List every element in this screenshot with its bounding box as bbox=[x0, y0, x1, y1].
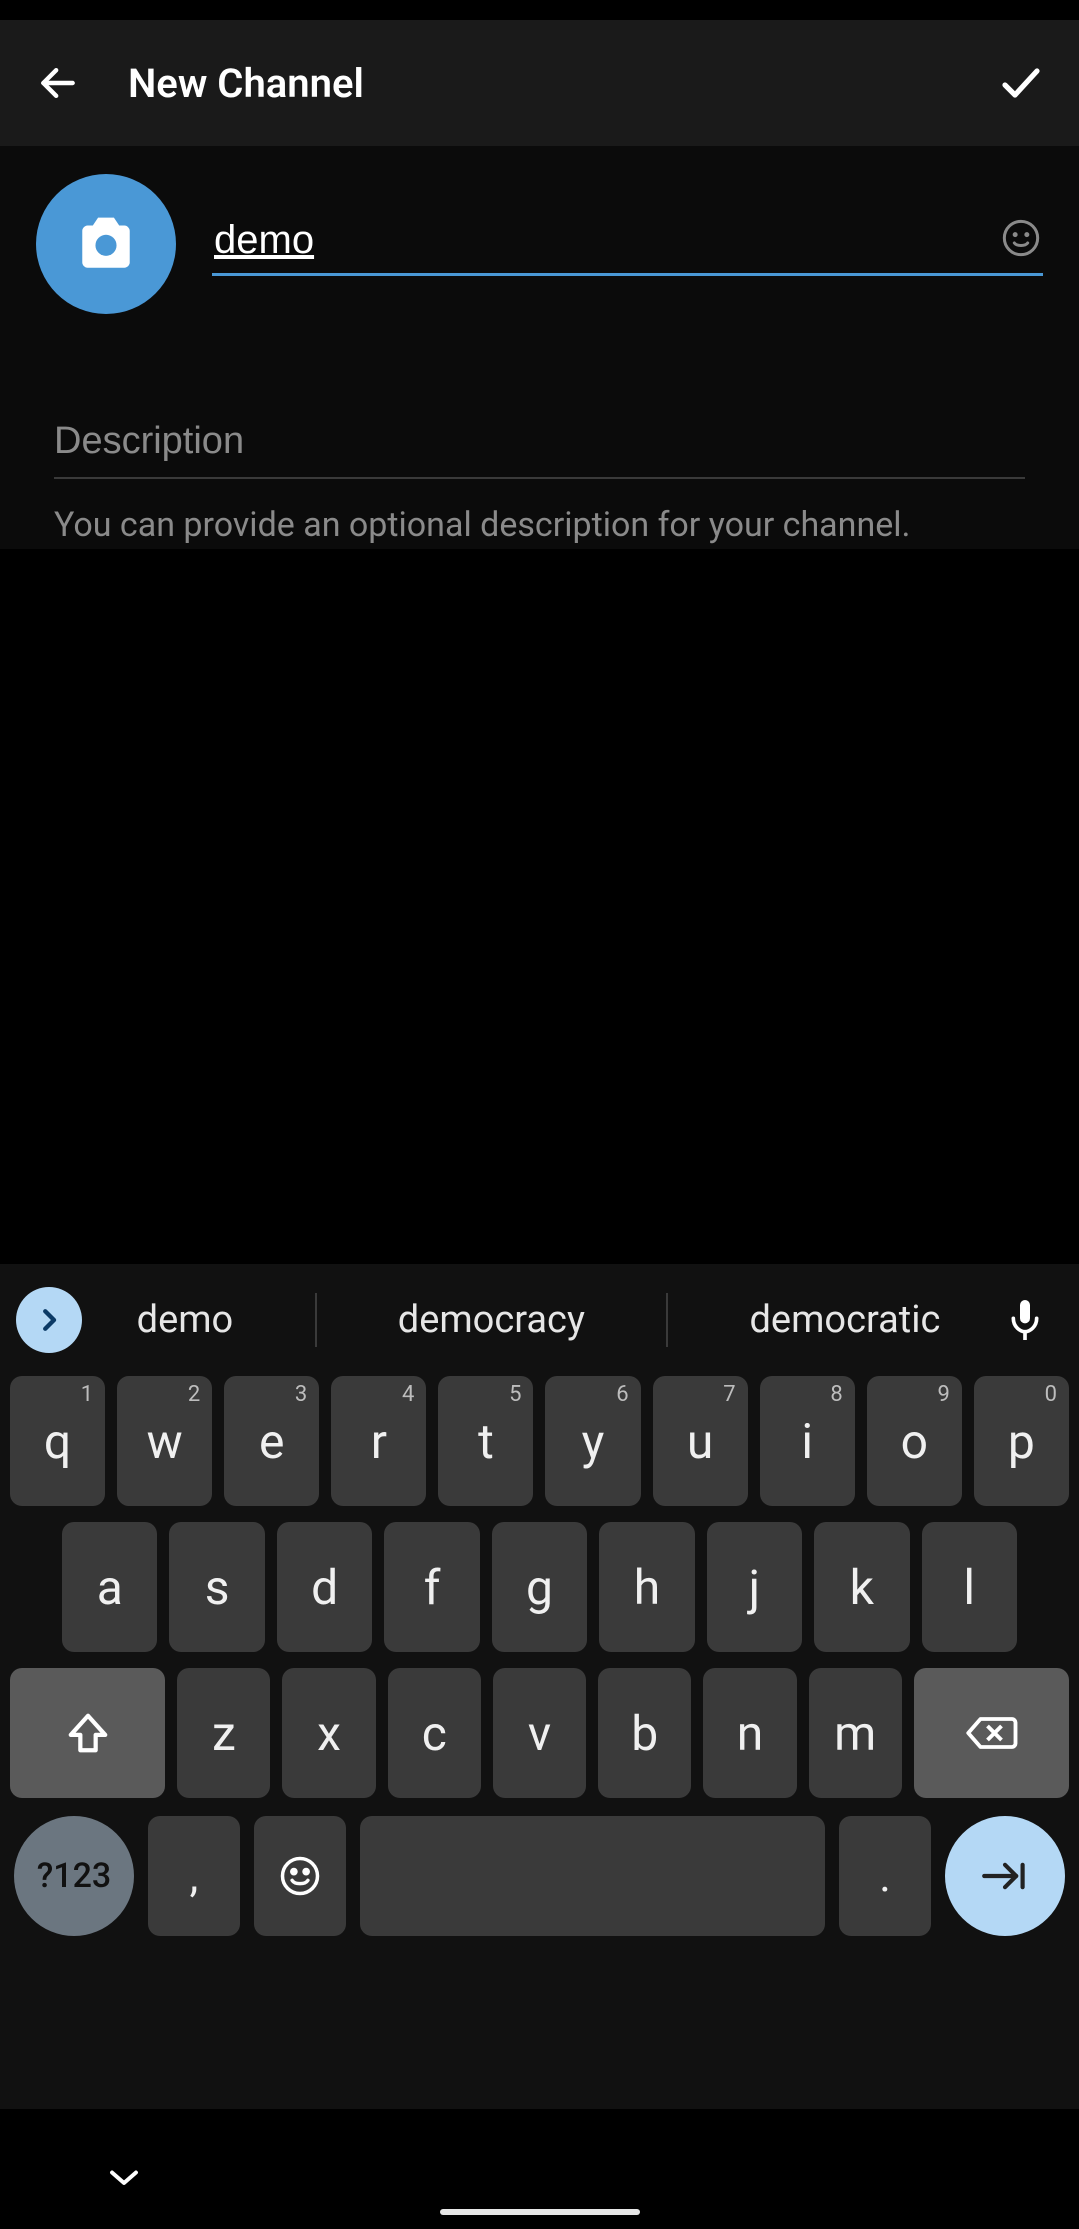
suggestion-2[interactable]: democracy bbox=[370, 1298, 613, 1342]
home-indicator[interactable] bbox=[440, 2209, 640, 2215]
key-t[interactable]: t5 bbox=[438, 1376, 533, 1506]
hide-keyboard-button[interactable] bbox=[106, 2165, 142, 2189]
key-i[interactable]: i8 bbox=[760, 1376, 855, 1506]
page-title: New Channel bbox=[128, 60, 991, 107]
key-hint: 6 bbox=[616, 1382, 628, 1407]
key-n[interactable]: n bbox=[703, 1668, 796, 1798]
symbols-key[interactable]: ?123 bbox=[14, 1816, 134, 1936]
key-r[interactable]: r4 bbox=[331, 1376, 426, 1506]
smile-icon bbox=[279, 1855, 321, 1897]
key-d[interactable]: d bbox=[277, 1522, 372, 1652]
key-hint: 2 bbox=[188, 1382, 200, 1407]
suggestion-1[interactable]: demo bbox=[109, 1298, 262, 1342]
next-key[interactable] bbox=[945, 1816, 1065, 1936]
emoji-key[interactable] bbox=[254, 1816, 346, 1936]
key-hint: 8 bbox=[830, 1382, 842, 1407]
key-hint: 4 bbox=[402, 1382, 414, 1407]
key-x[interactable]: x bbox=[282, 1668, 375, 1798]
tab-next-icon bbox=[981, 1860, 1029, 1892]
key-z[interactable]: z bbox=[177, 1668, 270, 1798]
key-hint: 0 bbox=[1045, 1382, 1057, 1407]
description-block: You can provide an optional description … bbox=[36, 416, 1043, 549]
comma-key[interactable]: , bbox=[148, 1816, 240, 1936]
status-bar bbox=[0, 0, 1079, 20]
key-q[interactable]: q1 bbox=[10, 1376, 105, 1506]
suggestion-3[interactable]: democratic bbox=[722, 1298, 969, 1342]
key-hint: 7 bbox=[723, 1382, 735, 1407]
keyboard-row-4: ?123 , . bbox=[0, 1806, 1079, 1946]
key-g[interactable]: g bbox=[492, 1522, 587, 1652]
key-e[interactable]: e3 bbox=[224, 1376, 319, 1506]
key-v[interactable]: v bbox=[493, 1668, 586, 1798]
app-bar: New Channel bbox=[0, 20, 1079, 146]
key-o[interactable]: o9 bbox=[867, 1376, 962, 1506]
back-button[interactable] bbox=[28, 53, 88, 113]
mic-icon bbox=[1005, 1296, 1045, 1344]
description-input[interactable] bbox=[54, 416, 1025, 479]
channel-name-field-wrap bbox=[212, 212, 1043, 276]
key-s[interactable]: s bbox=[169, 1522, 264, 1652]
check-icon bbox=[997, 59, 1045, 107]
key-p[interactable]: p0 bbox=[974, 1376, 1069, 1506]
suggestion-items: demo democracy democratic bbox=[82, 1293, 995, 1347]
navigation-bar bbox=[0, 2109, 1079, 2229]
key-hint: 1 bbox=[81, 1382, 93, 1407]
description-help-text: You can provide an optional description … bbox=[54, 503, 1025, 549]
camera-add-icon bbox=[73, 215, 139, 273]
arrow-left-icon bbox=[36, 61, 80, 105]
backspace-icon bbox=[964, 1712, 1018, 1754]
suggestion-row: demo democracy democratic bbox=[0, 1272, 1079, 1368]
space-key[interactable] bbox=[360, 1816, 825, 1936]
key-k[interactable]: k bbox=[814, 1522, 909, 1652]
chevron-right-icon bbox=[34, 1305, 64, 1335]
key-w[interactable]: w2 bbox=[117, 1376, 212, 1506]
key-h[interactable]: h bbox=[599, 1522, 694, 1652]
suggestion-separator bbox=[315, 1293, 317, 1347]
content-area: You can provide an optional description … bbox=[0, 146, 1079, 549]
backspace-key[interactable] bbox=[914, 1668, 1069, 1798]
shift-key[interactable] bbox=[10, 1668, 165, 1798]
key-c[interactable]: c bbox=[388, 1668, 481, 1798]
key-u[interactable]: u7 bbox=[653, 1376, 748, 1506]
shift-icon bbox=[65, 1709, 111, 1757]
key-f[interactable]: f bbox=[384, 1522, 479, 1652]
smile-icon bbox=[1001, 218, 1041, 258]
channel-name-row bbox=[36, 174, 1043, 344]
voice-input-button[interactable] bbox=[995, 1290, 1055, 1350]
key-b[interactable]: b bbox=[598, 1668, 691, 1798]
channel-name-input[interactable] bbox=[212, 212, 1043, 276]
key-hint: 5 bbox=[509, 1382, 521, 1407]
key-hint: 3 bbox=[295, 1382, 307, 1407]
key-hint: 9 bbox=[937, 1382, 949, 1407]
key-j[interactable]: j bbox=[707, 1522, 802, 1652]
keyboard-row-3-letters: zxcvbnm bbox=[177, 1668, 902, 1798]
key-m[interactable]: m bbox=[809, 1668, 902, 1798]
keyboard-row-2: asdfghjkl bbox=[0, 1514, 1079, 1660]
key-l[interactable]: l bbox=[922, 1522, 1017, 1652]
set-photo-button[interactable] bbox=[36, 174, 176, 314]
confirm-button[interactable] bbox=[991, 53, 1051, 113]
keyboard-row-3: zxcvbnm bbox=[0, 1660, 1079, 1806]
expand-suggestions-button[interactable] bbox=[16, 1287, 82, 1353]
keyboard-row-1: q1w2e3r4t5y6u7i8o9p0 bbox=[0, 1368, 1079, 1514]
soft-keyboard: demo democracy democratic q1w2e3r4t5y6u7… bbox=[0, 1264, 1079, 2229]
emoji-picker-button[interactable] bbox=[999, 216, 1043, 260]
period-key[interactable]: . bbox=[839, 1816, 931, 1936]
chevron-down-icon bbox=[106, 2165, 142, 2189]
key-y[interactable]: y6 bbox=[545, 1376, 640, 1506]
suggestion-separator bbox=[666, 1293, 668, 1347]
key-a[interactable]: a bbox=[62, 1522, 157, 1652]
